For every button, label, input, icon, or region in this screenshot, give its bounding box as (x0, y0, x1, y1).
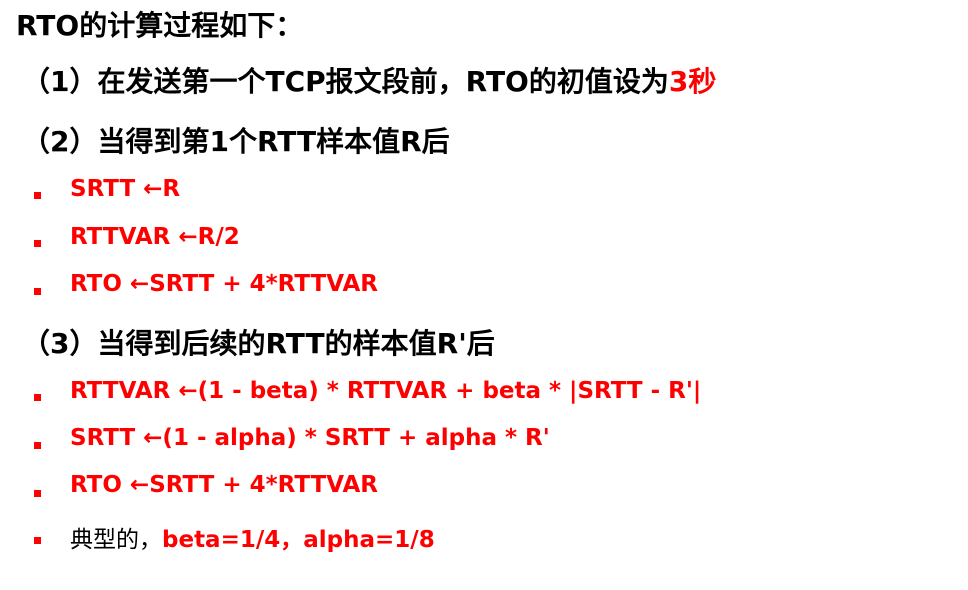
page-title: RTO的计算过程如下： (16, 9, 304, 42)
bullet-icon (34, 394, 41, 401)
bullet-icon (34, 288, 41, 295)
bullet-icon (34, 192, 41, 199)
step-2-item-1: SRTT ←R (70, 176, 181, 202)
step-1: （1）在发送第一个TCP报文段前，RTO的初值设为3秒 (22, 60, 716, 100)
step-3-item-2: SRTT ←(1 - alpha) * SRTT + alpha * R' (70, 425, 550, 451)
step-1-highlight: 3秒 (668, 65, 717, 98)
bullet-icon (34, 442, 41, 449)
typical-params: beta=1/4，alpha=1/8 (162, 527, 435, 553)
typical-prefix: 典型的， (70, 527, 162, 553)
step-3-item-1: RTTVAR ←(1 - beta) * RTTVAR + beta * |SR… (70, 378, 702, 404)
step-3: （3）当得到后续的RTT的样本值R'后 (22, 327, 495, 360)
step-2-item-3: RTO ←SRTT + 4*RTTVAR (70, 271, 378, 297)
bullet-icon (34, 537, 41, 544)
step-3-item-3: RTO ←SRTT + 4*RTTVAR (70, 472, 378, 498)
step-2-item-2: RTTVAR ←R/2 (70, 224, 240, 250)
bullet-icon (34, 240, 41, 247)
step-1-text: （1）在发送第一个TCP报文段前，RTO的初值设为 (22, 65, 669, 98)
typical-values: 典型的，beta=1/4，alpha=1/8 (70, 520, 435, 554)
bullet-icon (34, 490, 41, 497)
step-2: （2）当得到第1个RTT样本值R后 (22, 125, 450, 158)
